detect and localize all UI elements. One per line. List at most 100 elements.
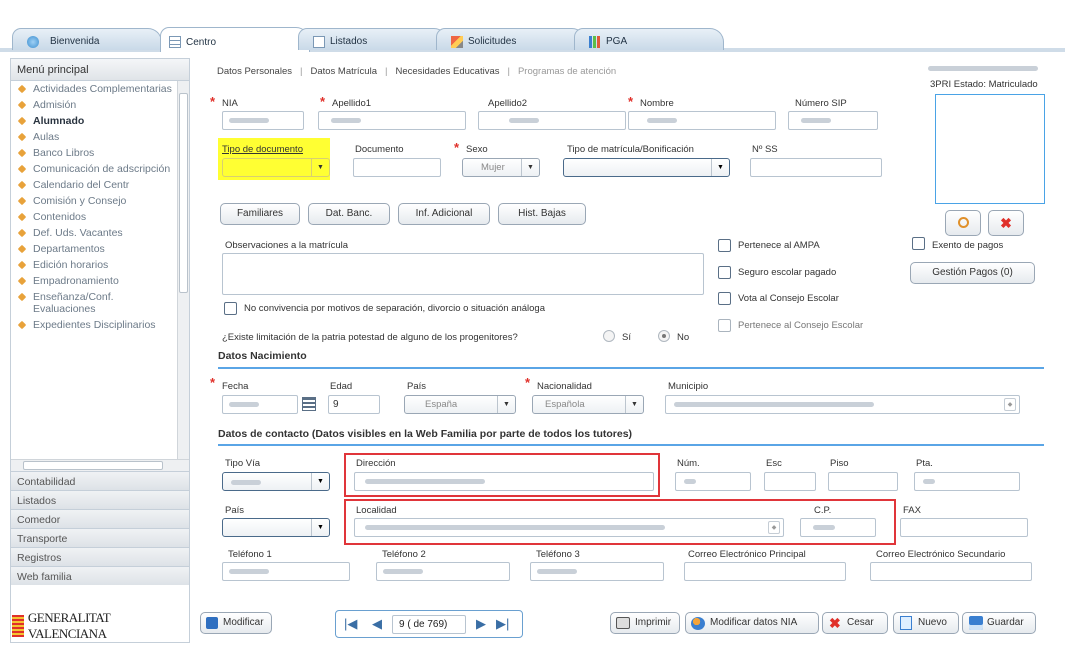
exento-checkbox[interactable] — [912, 237, 925, 250]
imprimir-button[interactable]: Imprimir — [610, 612, 680, 634]
calendar-icon[interactable] — [302, 397, 316, 411]
historial-bajas-button[interactable]: Hist. Bajas — [498, 203, 586, 225]
last-page-icon[interactable]: ▶| — [496, 616, 509, 632]
tel1-field[interactable] — [222, 562, 350, 581]
search-photo-button[interactable] — [945, 210, 981, 236]
sidebar: Menú principal Actividades Complementari… — [10, 58, 190, 643]
scroll-thumb[interactable] — [23, 461, 163, 470]
sidebar-item-alumnado[interactable]: Alumnado — [11, 113, 177, 129]
sidebar-item-empadronamiento[interactable]: Empadronamiento — [11, 273, 177, 289]
tipo-via-select[interactable]: ▼ — [222, 472, 330, 491]
first-page-icon[interactable]: |◀ — [344, 616, 357, 632]
sidebar-item-departamentos[interactable]: Departamentos — [11, 241, 177, 257]
localidad-field[interactable]: ◆ — [354, 518, 784, 537]
sidebar-item-calendario[interactable]: Calendario del Centr — [11, 177, 177, 193]
pais-nac-select[interactable]: España ▼ — [404, 395, 516, 414]
num-field[interactable] — [675, 472, 751, 491]
sidebar-section-web-familia[interactable]: Web familia — [11, 566, 189, 585]
apellido2-field[interactable] — [478, 111, 626, 130]
esc-field[interactable] — [764, 472, 816, 491]
sidebar-item-banco-libros[interactable]: Banco Libros — [11, 145, 177, 161]
sidebar-item-expedientes[interactable]: Expedientes Disciplinarios — [11, 317, 177, 333]
tab-listados[interactable]: Listados — [298, 28, 448, 50]
sidebar-item-horarios[interactable]: Edición horarios — [11, 257, 177, 273]
sidebar-item-contenidos[interactable]: Contenidos — [11, 209, 177, 225]
nia-field[interactable] — [222, 111, 304, 130]
sidebar-vertical-scrollbar[interactable] — [177, 81, 189, 459]
limitacion-si-radio[interactable] — [603, 330, 615, 342]
piso-field[interactable] — [828, 472, 898, 491]
fax-field[interactable] — [900, 518, 1028, 537]
tel2-field[interactable] — [376, 562, 510, 581]
observaciones-textarea[interactable] — [222, 253, 704, 295]
edad-field[interactable]: 9 — [328, 395, 380, 414]
pta-field[interactable] — [914, 472, 1020, 491]
correo2-field[interactable] — [870, 562, 1032, 581]
modificar-nia-button[interactable]: Modificar datos NIA — [685, 612, 819, 634]
seguro-checkbox[interactable] — [718, 266, 731, 279]
apellido1-field[interactable] — [318, 111, 466, 130]
sidebar-item-admision[interactable]: Admisión — [11, 97, 177, 113]
direccion-field[interactable] — [354, 472, 654, 491]
guardar-button[interactable]: Guardar — [962, 612, 1036, 634]
sidebar-item-vacantes[interactable]: Def. Uds. Vacantes — [11, 225, 177, 241]
cp-field[interactable] — [800, 518, 876, 537]
correo1-field[interactable] — [684, 562, 846, 581]
sidebar-item-comision[interactable]: Comisión y Consejo — [11, 193, 177, 209]
sidebar-item-ensenanza[interactable]: Enseñanza/Conf. Evaluaciones — [11, 289, 177, 317]
tab-bienvenida[interactable]: Bienvenida — [12, 28, 162, 50]
spinner-icon[interactable]: ◆ — [1004, 398, 1016, 411]
no-convivencia-checkbox[interactable] — [224, 302, 237, 315]
sidebar-section-transporte[interactable]: Transporte — [11, 528, 189, 547]
sidebar-item-aulas[interactable]: Aulas — [11, 129, 177, 145]
tipo-matricula-label: Tipo de matrícula/Bonificación — [567, 144, 694, 155]
sidebar-section-registros[interactable]: Registros — [11, 547, 189, 566]
modificar-button[interactable]: Modificar — [200, 612, 272, 634]
page-indicator[interactable]: 9 ( de 769) — [392, 615, 466, 634]
pais-contacto-select[interactable]: ▼ — [222, 518, 330, 537]
subnav: Datos Personales | Datos Matrícula | Nec… — [217, 66, 617, 77]
sexo-select[interactable]: Mujer ▼ — [462, 158, 540, 177]
sidebar-item-actividades[interactable]: Actividades Complementarias — [11, 81, 177, 97]
sidebar-section-comedor[interactable]: Comedor — [11, 509, 189, 528]
delete-photo-button[interactable]: ✖ — [988, 210, 1024, 236]
sip-field[interactable] — [788, 111, 878, 130]
fecha-field[interactable] — [222, 395, 298, 414]
fax-label: FAX — [903, 505, 921, 516]
subnav-datos-personales[interactable]: Datos Personales — [217, 66, 292, 77]
tel3-field[interactable] — [530, 562, 664, 581]
info-adicional-button[interactable]: Inf. Adicional — [398, 203, 490, 225]
sidebar-horizontal-scrollbar[interactable] — [11, 459, 189, 471]
cesar-button[interactable]: ✖ Cesar — [822, 612, 888, 634]
ampa-checkbox[interactable] — [718, 239, 731, 252]
sidebar-item-comunicacion[interactable]: Comunicación de adscripción — [11, 161, 177, 177]
vota-checkbox[interactable] — [718, 292, 731, 305]
subnav-programas[interactable]: Programas de atención — [518, 66, 616, 77]
nuevo-button[interactable]: Nuevo — [893, 612, 959, 634]
prev-page-icon[interactable]: ◀ — [372, 616, 382, 632]
spinner-icon[interactable]: ◆ — [768, 521, 780, 534]
tipo-matricula-select[interactable]: ▼ — [563, 158, 730, 177]
limitacion-no-radio[interactable] — [658, 330, 670, 342]
subnav-necesidades[interactable]: Necesidades Educativas — [395, 66, 499, 77]
sidebar-section-contabilidad[interactable]: Contabilidad — [11, 471, 189, 490]
edad-label: Edad — [330, 381, 353, 392]
familiares-button[interactable]: Familiares — [220, 203, 300, 225]
tab-solicitudes[interactable]: Solicitudes — [436, 28, 586, 50]
municipio-field[interactable]: ◆ — [665, 395, 1020, 414]
documento-field[interactable] — [353, 158, 441, 177]
next-page-icon[interactable]: ▶ — [476, 616, 486, 632]
sexo-label: Sexo — [466, 144, 488, 155]
tipo-documento-select[interactable]: ▼ — [222, 158, 330, 177]
datos-bancarios-button[interactable]: Dat. Banc. — [308, 203, 390, 225]
nombre-field[interactable] — [628, 111, 776, 130]
sidebar-section-listados[interactable]: Listados — [11, 490, 189, 509]
nacionalidad-select[interactable]: Española ▼ — [532, 395, 644, 414]
pertenece-consejo-checkbox[interactable] — [718, 319, 731, 332]
tab-centro[interactable]: Centro — [160, 27, 310, 52]
gestion-pagos-button[interactable]: Gestión Pagos (0) — [910, 262, 1035, 284]
subnav-datos-matricula[interactable]: Datos Matrícula — [310, 66, 377, 77]
scroll-thumb[interactable] — [179, 93, 188, 293]
nss-field[interactable] — [750, 158, 882, 177]
tab-pga[interactable]: PGA — [574, 28, 724, 50]
